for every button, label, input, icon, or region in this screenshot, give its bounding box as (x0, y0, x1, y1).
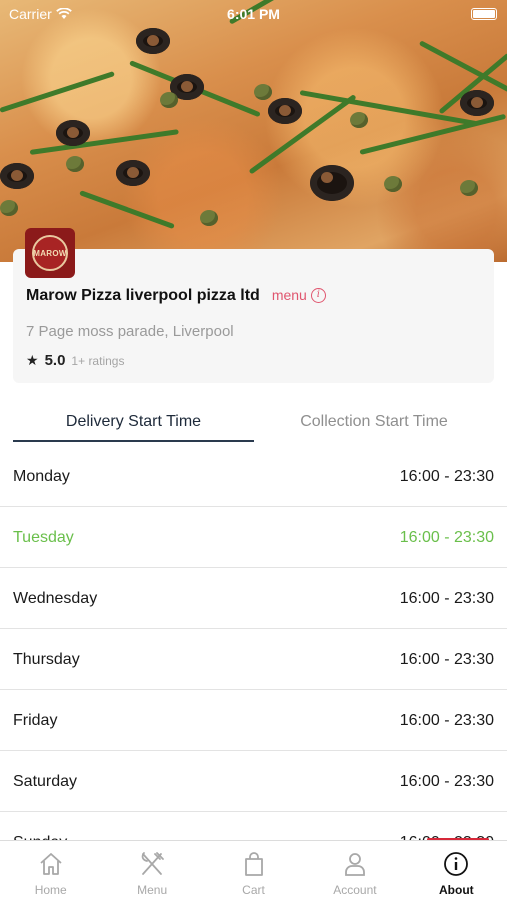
day-label: Friday (13, 712, 58, 729)
restaurant-name-row: Marow Pizza liverpool pizza ltd menu i (26, 287, 326, 305)
hero-pizza-image (0, 0, 507, 262)
rating-count: 1+ ratings (71, 354, 125, 368)
day-label: Tuesday (13, 529, 74, 546)
hours-value: 16:00 - 23:30 (399, 590, 494, 607)
star-icon: ★ (26, 352, 39, 368)
restaurant-logo: MAROW (25, 228, 75, 278)
day-label: Thursday (13, 651, 80, 668)
rating: ★ 5.0 1+ ratings (26, 352, 124, 369)
opening-hours-list: Monday 16:00 - 23:30 Tuesday 16:00 - 23:… (0, 446, 507, 873)
tab-cart[interactable]: Cart (203, 841, 304, 900)
day-label: Saturday (13, 773, 78, 790)
hours-value: 16:00 - 23:30 (399, 529, 494, 546)
logo-text: MAROW (32, 235, 68, 271)
hours-value: 16:00 - 23:30 (399, 773, 494, 790)
tab-about-label: About (439, 883, 474, 897)
bottom-tab-bar: Home Menu Cart Account About (0, 840, 507, 900)
info-icon (444, 852, 469, 876)
tab-menu-label: Menu (137, 883, 168, 897)
restaurant-name: Marow Pizza liverpool pizza ltd (26, 287, 260, 304)
day-label: Monday (13, 468, 70, 485)
schedule-row-monday: Monday 16:00 - 23:30 (0, 446, 507, 507)
tab-about[interactable]: About (406, 841, 507, 900)
menu-link-label: menu (271, 287, 307, 303)
tab-menu[interactable]: Menu (101, 841, 202, 900)
tab-account[interactable]: Account (304, 841, 405, 900)
restaurant-address: 7 Page moss parade, Liverpool (26, 323, 234, 340)
tab-home-label: Home (34, 883, 67, 897)
tab-account-label: Account (333, 883, 377, 897)
time-tabs: Delivery Start Time Collection Start Tim… (0, 400, 507, 442)
hours-value: 16:00 - 23:30 (399, 651, 494, 668)
menu-info-icon[interactable]: i (310, 287, 326, 303)
tab-collection-start-time[interactable]: Collection Start Time (254, 400, 494, 442)
menu-link[interactable]: menu i (272, 287, 326, 303)
schedule-row-tuesday: Tuesday 16:00 - 23:30 (0, 507, 507, 568)
day-label: Wednesday (13, 590, 98, 607)
schedule-row-friday: Friday 16:00 - 23:30 (0, 690, 507, 751)
tab-delivery-start-time[interactable]: Delivery Start Time (13, 400, 254, 442)
rating-score: 5.0 (44, 352, 66, 369)
schedule-row-wednesday: Wednesday 16:00 - 23:30 (0, 568, 507, 629)
fork-knife-icon (141, 852, 165, 875)
schedule-row-saturday: Saturday 16:00 - 23:30 (0, 751, 507, 812)
home-icon (40, 853, 62, 875)
hours-value: 16:00 - 23:30 (399, 712, 494, 729)
restaurant-info-card: MAROW Marow Pizza liverpool pizza ltd me… (13, 228, 494, 383)
tab-home[interactable]: Home (0, 841, 101, 900)
battery-icon (471, 8, 497, 20)
person-icon (345, 853, 365, 876)
tab-cart-label: Cart (242, 883, 265, 897)
schedule-row-thursday: Thursday 16:00 - 23:30 (0, 629, 507, 690)
hours-value: 16:00 - 23:30 (399, 468, 494, 485)
bag-icon (244, 852, 263, 876)
status-time: 6:01 PM (227, 6, 280, 22)
status-bar: Carrier 6:01 PM (0, 0, 507, 28)
